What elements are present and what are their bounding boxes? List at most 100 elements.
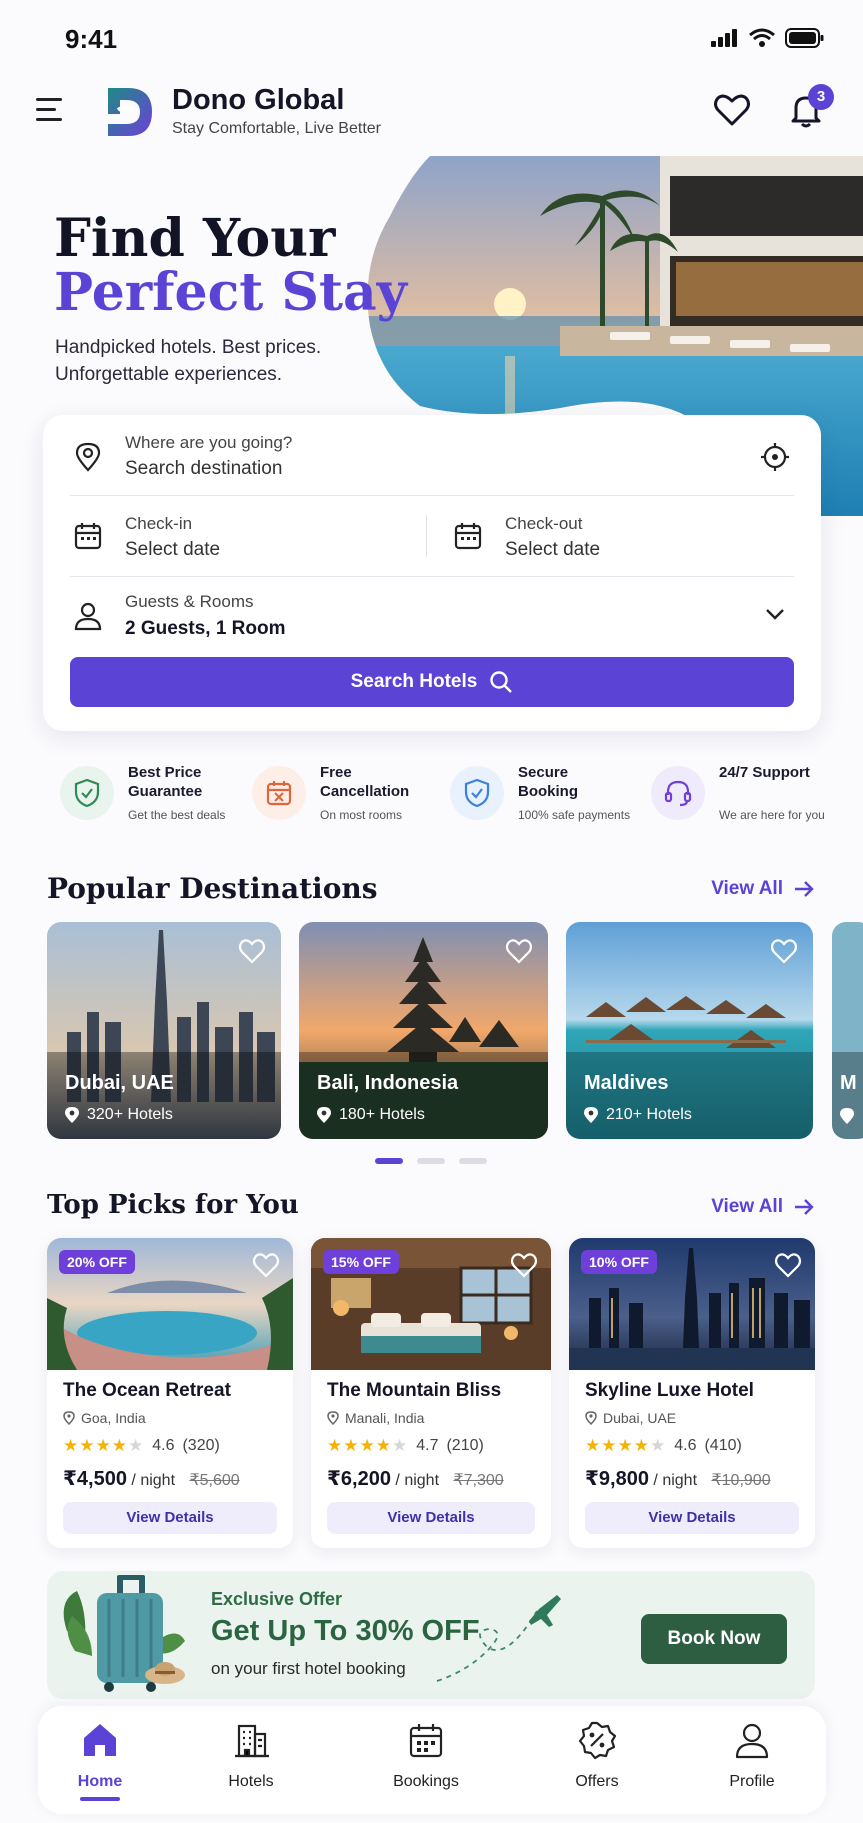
bottom-navigation: Home Hotels Bookings Offers Profile (38, 1706, 826, 1814)
favorites-heart-icon[interactable] (712, 90, 752, 130)
view-details-button[interactable]: View Details (585, 1502, 799, 1534)
hotel-location: Dubai, UAE (585, 1410, 676, 1426)
heart-icon[interactable] (251, 1250, 281, 1280)
hero-title-line2: Perfect Stay (54, 262, 407, 323)
carousel-dots (375, 1158, 487, 1164)
app-header: Dono Global Stay Comfortable, Live Bette… (0, 76, 863, 156)
nav-offers[interactable]: Offers (542, 1720, 652, 1800)
hotel-rating: ★★★★★ 4.7 (210) (327, 1436, 484, 1456)
chevron-down-icon[interactable] (760, 599, 790, 629)
nav-label: Profile (729, 1773, 775, 1790)
destination-input[interactable]: Search destination (125, 458, 282, 480)
heart-icon[interactable] (504, 936, 534, 966)
active-indicator (80, 1797, 120, 1801)
offer-banner: Exclusive Offer Get Up To 30% OFF on you… (47, 1571, 815, 1699)
search-card: Where are you going? Search destination … (43, 415, 821, 731)
price-amount: ₹6,200 (327, 1468, 391, 1490)
search-hotels-button[interactable]: Search Hotels (70, 657, 794, 707)
menu-button[interactable] (36, 98, 72, 128)
feature-free-cancellation: Free Cancellation On most rooms (252, 760, 432, 830)
guests-field[interactable]: Guests & Rooms 2 Guests, 1 Room (43, 577, 821, 653)
feature-desc: 100% safe payments (518, 808, 631, 822)
location-pin-icon (327, 1411, 339, 1425)
feature-best-price: Best Price Guarantee Get the best deals (60, 760, 240, 830)
checkin-field[interactable]: Check-in Select date (43, 496, 427, 576)
price-unit: / night (395, 1472, 440, 1489)
hotel-price: ₹4,500 / night ₹5,600 (63, 1466, 240, 1491)
destination-field[interactable]: Where are you going? Search destination (43, 415, 821, 495)
checkout-value: Select date (505, 539, 601, 560)
nav-hotels[interactable]: Hotels (196, 1720, 306, 1800)
heart-icon[interactable] (509, 1250, 539, 1280)
hotel-card-ocean-retreat[interactable]: 20% OFF The Ocean Retreat Goa, India ★★★… (47, 1238, 293, 1548)
signal-icon (711, 29, 737, 47)
heart-icon[interactable] (769, 936, 799, 966)
current-location-icon[interactable] (760, 442, 790, 472)
nav-profile[interactable]: Profile (697, 1720, 807, 1800)
review-count: (410) (704, 1437, 742, 1454)
feature-title: Secure Booking (518, 764, 578, 800)
section-title-destinations: Popular Destinations (47, 872, 378, 905)
checkout-label: Check-out (505, 514, 583, 533)
view-details-button[interactable]: View Details (63, 1502, 277, 1534)
hotel-location: Goa, India (63, 1410, 146, 1426)
nav-bookings[interactable]: Bookings (371, 1720, 481, 1800)
brand-logo (108, 88, 152, 136)
destination-card-bali[interactable]: Bali, Indonesia 180+ Hotels (299, 922, 548, 1139)
location-pin-icon (584, 1107, 598, 1123)
calendar-icon (74, 523, 102, 550)
view-all-destinations[interactable]: View All (711, 878, 815, 900)
carousel-dot[interactable] (459, 1158, 487, 1164)
view-details-button[interactable]: View Details (327, 1502, 535, 1534)
brand-name: Dono Global (172, 84, 345, 116)
review-count: (210) (446, 1437, 484, 1454)
star-rating-icon: ★★★★★ (63, 1436, 145, 1455)
destination-name: Bali, Indonesia (317, 1072, 459, 1094)
carousel-dot[interactable] (417, 1158, 445, 1164)
hotel-name: The Mountain Bliss (327, 1380, 502, 1401)
hotel-location-label: Goa, India (81, 1410, 146, 1426)
notification-badge: 3 (808, 84, 834, 110)
hero-title-line1: Find Your (54, 208, 336, 269)
destination-card-dubai[interactable]: Dubai, UAE 320+ Hotels (47, 922, 281, 1139)
destination-hotel-count: 210+ Hotels (584, 1106, 692, 1124)
nav-label: Bookings (393, 1773, 459, 1790)
hotel-price: ₹6,200 / night ₹7,300 (327, 1466, 504, 1491)
rating-value: 4.6 (152, 1437, 175, 1454)
hotel-name: Skyline Luxe Hotel (585, 1380, 754, 1401)
nav-home[interactable]: Home (45, 1720, 155, 1801)
price-unit: / night (653, 1472, 698, 1489)
heart-icon[interactable] (773, 1250, 803, 1280)
hotel-location-label: Dubai, UAE (603, 1410, 677, 1426)
carousel-dot-active[interactable] (375, 1158, 403, 1164)
checkout-field[interactable]: Check-out Select date (427, 496, 821, 576)
view-all-label: View All (711, 1196, 783, 1217)
battery-icon (785, 28, 824, 48)
hotel-rating: ★★★★★ 4.6 (320) (63, 1436, 220, 1456)
destination-card-partial[interactable]: M (832, 922, 863, 1139)
rating-value: 4.6 (674, 1437, 697, 1454)
status-bar: 9:41 (0, 0, 863, 70)
guests-value: 2 Guests, 1 Room (125, 618, 286, 639)
star-rating-icon: ★★★★★ (585, 1436, 667, 1455)
checkin-value: Select date (125, 539, 221, 560)
feature-icon-bg (60, 766, 114, 820)
heart-icon[interactable] (237, 936, 267, 966)
view-all-top-picks[interactable]: View All (711, 1196, 815, 1218)
user-icon (735, 1723, 769, 1759)
feature-icon-bg (450, 766, 504, 820)
nav-label: Home (77, 1773, 123, 1790)
book-now-button[interactable]: Book Now (641, 1614, 787, 1664)
feature-desc: We are here for you (719, 808, 825, 822)
destination-name: Maldives (584, 1072, 669, 1094)
feature-icon-bg (651, 766, 705, 820)
feature-secure-booking: Secure Booking 100% safe payments (450, 760, 640, 830)
offer-title: Get Up To 30% OFF (211, 1615, 480, 1647)
hotel-card-skyline-luxe[interactable]: 10% OFF Skyline Luxe Hotel Dubai, UAE ★★… (569, 1238, 815, 1548)
hotel-card-mountain-bliss[interactable]: 15% OFF The Mountain Bliss Manali, India… (311, 1238, 551, 1548)
nav-label: Hotels (228, 1773, 274, 1790)
destination-card-maldives[interactable]: Maldives 210+ Hotels (566, 922, 813, 1139)
feature-desc: Get the best deals (128, 808, 226, 822)
calendar-icon (454, 523, 482, 550)
offer-subtitle: on your first hotel booking (211, 1659, 406, 1678)
